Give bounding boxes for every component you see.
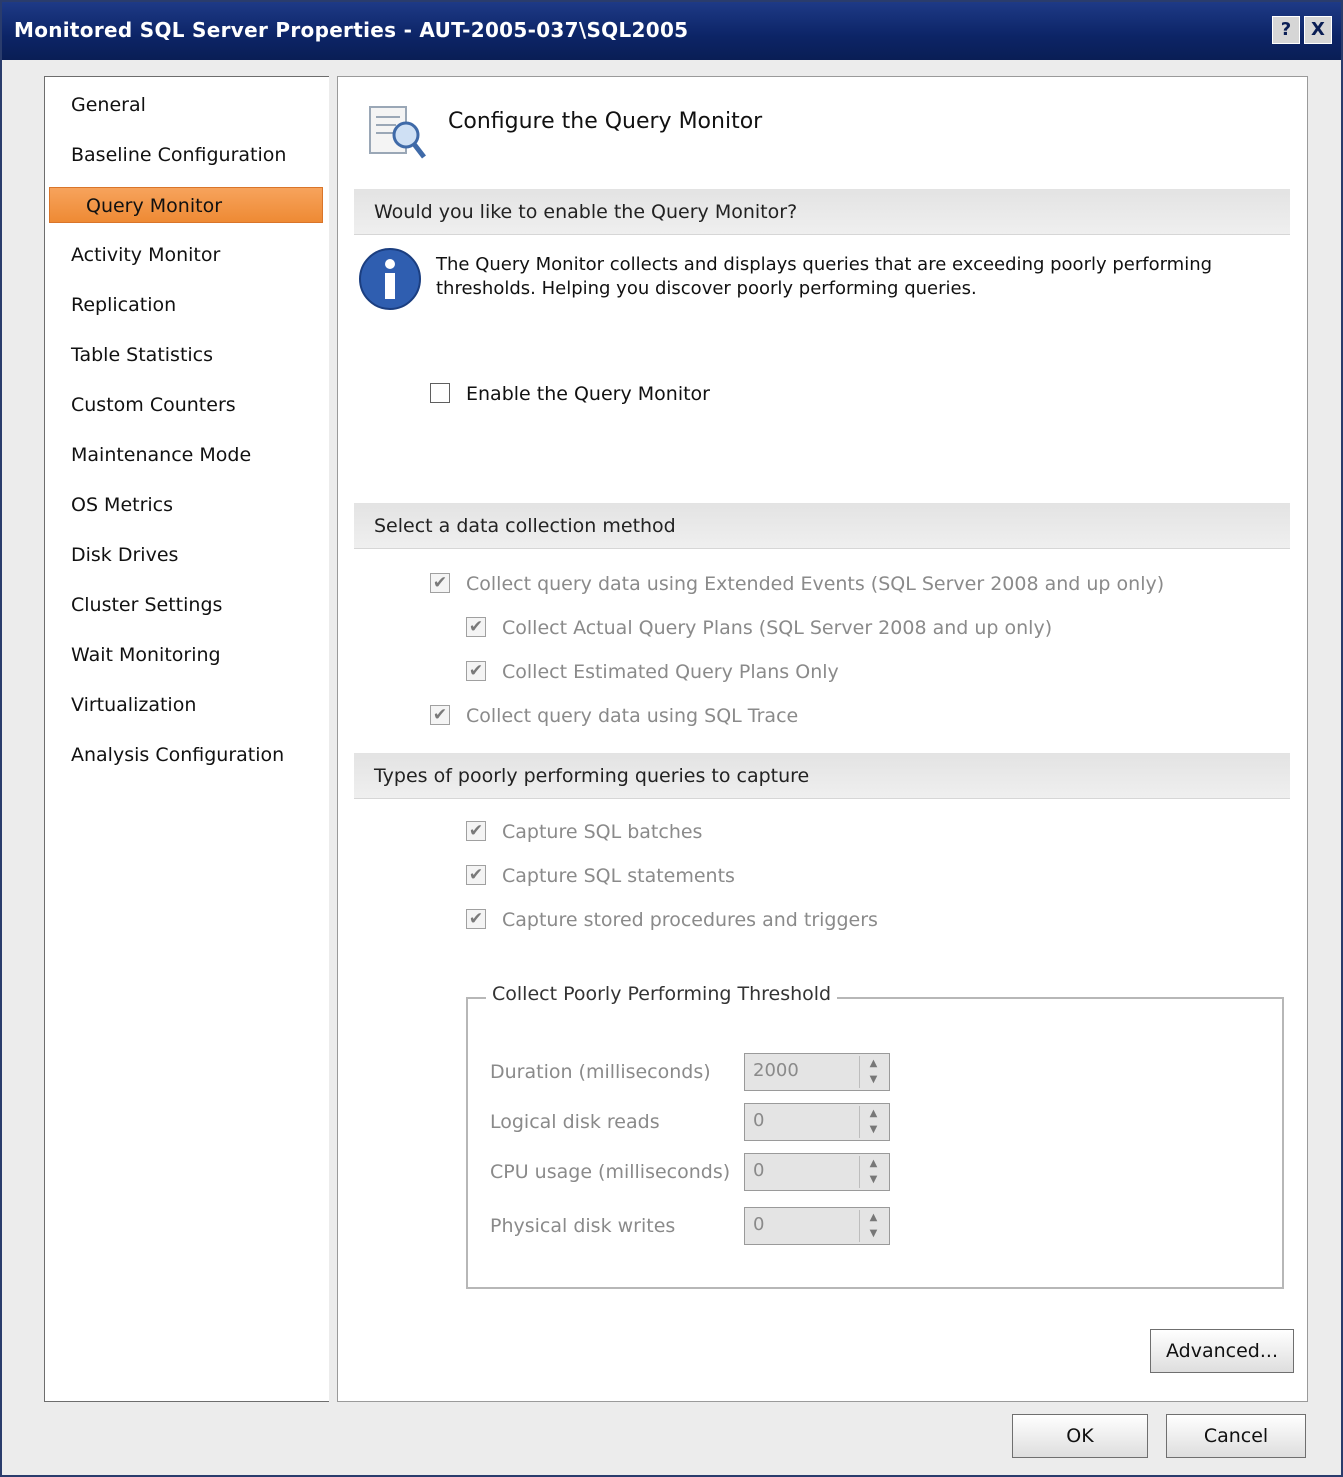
help-button[interactable]: ? — [1272, 16, 1300, 44]
spinner-arrows[interactable]: ▲ ▼ — [859, 1056, 887, 1088]
sidebar-item-cluster-settings[interactable]: Cluster Settings — [71, 587, 222, 623]
checkbox-label: Collect query data using SQL Trace — [466, 705, 799, 727]
spin-down-icon[interactable]: ▼ — [860, 1172, 887, 1188]
threshold-group — [466, 997, 1284, 1289]
spinner-arrows[interactable]: ▲ ▼ — [859, 1210, 887, 1242]
sidebar-item-wait-monitoring[interactable]: Wait Monitoring — [71, 637, 221, 673]
properties-window: Monitored SQL Server Properties - AUT-20… — [0, 0, 1343, 1477]
sidebar-item-query-monitor[interactable]: Query Monitor — [49, 187, 323, 223]
spin-up-icon[interactable]: ▲ — [860, 1106, 887, 1122]
spinner-value: 0 — [753, 1214, 765, 1235]
threshold-legend: Collect Poorly Performing Threshold — [486, 983, 838, 1005]
checkbox-box[interactable]: ✔ — [466, 909, 486, 929]
checkbox-label: Capture SQL statements — [502, 865, 735, 887]
spin-up-icon[interactable]: ▲ — [860, 1056, 887, 1072]
checkbox-label: Collect query data using Extended Events… — [466, 573, 1165, 595]
threshold-spinner[interactable]: 0 ▲ ▼ — [744, 1103, 890, 1141]
sidebar-item-analysis-configuration[interactable]: Analysis Configuration — [71, 737, 284, 773]
checkbox-label: Capture stored procedures and triggers — [502, 909, 878, 931]
spinner-arrows[interactable]: ▲ ▼ — [859, 1106, 887, 1138]
query-monitor-icon — [369, 106, 426, 159]
spin-down-icon[interactable]: ▼ — [860, 1072, 887, 1088]
checkbox-box[interactable] — [430, 383, 450, 403]
title-bar[interactable]: Monitored SQL Server Properties - AUT-20… — [2, 2, 1341, 60]
checkbox-box[interactable]: ✔ — [466, 821, 486, 841]
checkbox-label: Enable the Query Monitor — [466, 383, 710, 405]
threshold-spinner[interactable]: 2000 ▲ ▼ — [744, 1053, 890, 1091]
spin-down-icon[interactable]: ▼ — [860, 1226, 887, 1242]
sidebar-item-custom-counters[interactable]: Custom Counters — [71, 387, 236, 423]
info-text: The Query Monitor collects and displays … — [436, 254, 1213, 299]
spinner-value: 0 — [753, 1160, 765, 1181]
checkbox-label: Collect Actual Query Plans (SQL Server 2… — [502, 617, 1053, 639]
info-icon — [359, 248, 421, 310]
checkbox-box[interactable]: ✔ — [466, 617, 486, 637]
threshold-field-label: Duration (milliseconds) — [490, 1061, 711, 1083]
spin-up-icon[interactable]: ▲ — [860, 1210, 887, 1226]
sidebar-item-baseline-configuration[interactable]: Baseline Configuration — [71, 137, 286, 173]
threshold-field-label: CPU usage (milliseconds) — [490, 1161, 731, 1183]
spinner-arrows[interactable]: ▲ ▼ — [859, 1156, 887, 1188]
sidebar-item-table-statistics[interactable]: Table Statistics — [71, 337, 213, 373]
threshold-field-label: Logical disk reads — [490, 1111, 660, 1133]
section-collect-header: Select a data collection method — [354, 503, 1290, 549]
sidebar-item-general[interactable]: General — [71, 87, 146, 123]
checkbox-box[interactable]: ✔ — [466, 865, 486, 885]
threshold-field-label: Physical disk writes — [490, 1215, 676, 1237]
advanced-button[interactable]: Advanced... — [1150, 1329, 1294, 1373]
sidebar: General Baseline Configuration Query Monit… — [44, 76, 329, 1402]
sidebar-item-disk-drives[interactable]: Disk Drives — [71, 537, 178, 573]
checkbox-label: Capture SQL batches — [502, 821, 703, 843]
spinner-value: 2000 — [753, 1060, 799, 1081]
sidebar-item-activity-monitor[interactable]: Activity Monitor — [71, 237, 220, 273]
checkbox-label: Collect Estimated Query Plans Only — [502, 661, 839, 683]
sidebar-item-replication[interactable]: Replication — [71, 287, 176, 323]
spin-down-icon[interactable]: ▼ — [860, 1122, 887, 1138]
close-button[interactable]: X — [1304, 16, 1332, 44]
spin-up-icon[interactable]: ▲ — [860, 1156, 887, 1172]
spinner-value: 0 — [753, 1110, 765, 1131]
checkbox-box[interactable]: ✔ — [430, 705, 450, 725]
section-enable-header: Would you like to enable the Query Monit… — [354, 189, 1290, 235]
threshold-spinner[interactable]: 0 ▲ ▼ — [744, 1153, 890, 1191]
section-capture-header: Types of poorly performing queries to ca… — [354, 753, 1290, 799]
checkbox-box[interactable]: ✔ — [466, 661, 486, 681]
threshold-spinner[interactable]: 0 ▲ ▼ — [744, 1207, 890, 1245]
sidebar-item-virtualization[interactable]: Virtualization — [71, 687, 196, 723]
content-panel: Configure the Query Monitor Would you li… — [337, 76, 1308, 1402]
window-title: Monitored SQL Server Properties - AUT-20… — [14, 18, 689, 42]
cancel-button[interactable]: Cancel — [1166, 1414, 1306, 1458]
ok-button[interactable]: OK — [1012, 1414, 1148, 1458]
sidebar-item-maintenance-mode[interactable]: Maintenance Mode — [71, 437, 251, 473]
checkbox-box[interactable]: ✔ — [430, 573, 450, 593]
page-title: Configure the Query Monitor — [448, 109, 763, 134]
sidebar-item-os-metrics[interactable]: OS Metrics — [71, 487, 173, 523]
